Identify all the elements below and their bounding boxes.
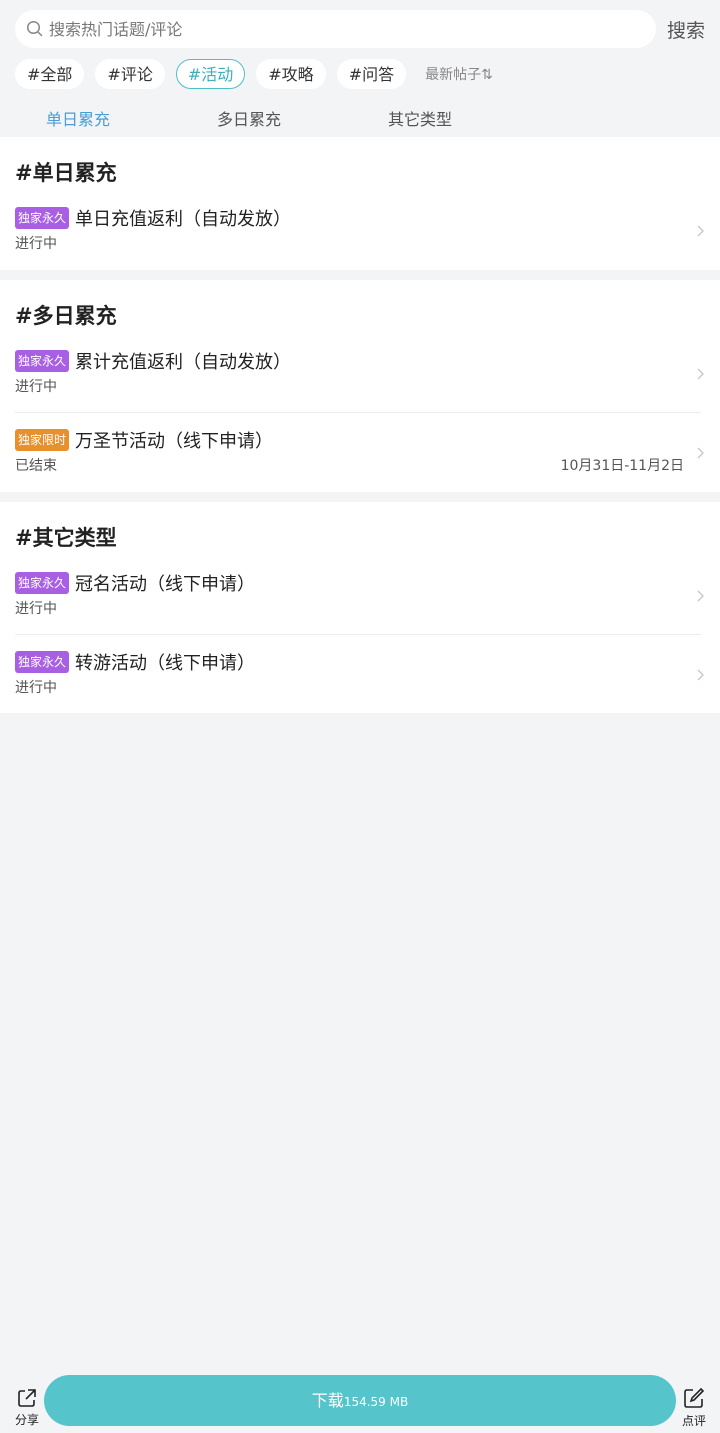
chevron-right-icon <box>697 590 704 602</box>
share-icon <box>18 1389 36 1407</box>
badge: 独家永久 <box>15 572 70 594</box>
section-multi-day: #多日累充 独家永久 累计充值返利（自动发放） 进行中 独家限时 万圣节活动（线… <box>0 280 720 492</box>
download-button[interactable]: 下载154.59 MB <box>44 1375 676 1426</box>
tab-other-types[interactable]: 其它类型 <box>388 106 452 130</box>
edit-icon <box>684 1387 705 1408</box>
tag-events[interactable]: #活动 <box>175 59 246 89</box>
divider <box>15 634 701 635</box>
item-status: 进行中 <box>15 379 57 395</box>
section-title: #单日累充 <box>15 161 117 185</box>
tag-all[interactable]: #全部 <box>15 59 85 89</box>
item-status: 进行中 <box>15 680 57 696</box>
tag-comments[interactable]: #评论 <box>95 59 165 89</box>
search-input[interactable] <box>47 18 611 40</box>
subtab-bar: 单日累充 多日累充 其它类型 <box>0 100 720 135</box>
section-title: #多日累充 <box>15 304 117 328</box>
list-item[interactable]: 独家永久 单日充值返利（自动发放） 进行中 <box>15 199 704 277</box>
download-size: 154.59 MB <box>343 1395 409 1409</box>
item-title: 累计充值返利（自动发放） <box>75 352 292 373</box>
chevron-right-icon <box>697 368 704 380</box>
item-title: 万圣节活动（线下申请） <box>75 431 274 452</box>
chevron-right-icon <box>697 447 704 459</box>
share-label: 分享 <box>14 1413 39 1427</box>
tab-single-day[interactable]: 单日累充 <box>46 106 110 130</box>
search-bar: 搜索 <box>15 10 720 48</box>
item-title: 单日充值返利（自动发放） <box>75 209 292 230</box>
item-status: 已结束 <box>15 458 57 474</box>
section-single-day: #单日累充 独家永久 单日充值返利（自动发放） 进行中 <box>0 137 720 270</box>
search-icon <box>25 19 45 39</box>
search-button[interactable]: 搜索 <box>667 16 705 43</box>
tag-filter-bar: #全部 #评论 #活动 #攻略 #问答 最新帖子⇅ <box>15 59 493 89</box>
share-button[interactable]: 分享 <box>13 1388 41 1428</box>
list-item[interactable]: 独家限时 万圣节活动（线下申请） 已结束 10月31日-11月2日 <box>15 421 704 499</box>
list-item[interactable]: 独家永久 累计充值返利（自动发放） 进行中 <box>15 342 704 420</box>
section-other-types: #其它类型 独家永久 冠名活动（线下申请） 进行中 独家永久 转游活动（线下申请… <box>0 502 720 713</box>
chevron-right-icon <box>697 669 704 681</box>
badge: 独家永久 <box>15 207 70 229</box>
review-label: 点评 <box>681 1414 706 1428</box>
chevron-right-icon <box>697 225 704 237</box>
tag-guides[interactable]: #攻略 <box>256 59 326 89</box>
section-title: #其它类型 <box>15 526 117 550</box>
divider <box>15 412 701 413</box>
review-button[interactable]: 点评 <box>680 1387 708 1429</box>
item-title: 转游活动（线下申请） <box>75 653 256 674</box>
list-item[interactable]: 独家永久 冠名活动（线下申请） 进行中 <box>15 564 704 642</box>
item-title: 冠名活动（线下申请） <box>75 574 256 595</box>
sort-toggle[interactable]: 最新帖子⇅ <box>425 64 493 84</box>
search-box[interactable] <box>15 10 656 48</box>
item-status: 进行中 <box>15 601 57 617</box>
tab-multi-day[interactable]: 多日累充 <box>217 106 281 130</box>
list-item[interactable]: 独家永久 转游活动（线下申请） 进行中 <box>15 643 704 721</box>
badge: 独家限时 <box>15 429 70 451</box>
download-label: 下载 <box>311 1391 344 1410</box>
badge: 独家永久 <box>15 651 70 673</box>
bottom-bar: 分享 下载154.59 MB 点评 <box>0 1373 720 1433</box>
badge: 独家永久 <box>15 350 70 372</box>
item-date: 10月31日-11月2日 <box>560 458 684 474</box>
tag-qa[interactable]: #问答 <box>336 59 407 89</box>
item-status: 进行中 <box>15 236 57 252</box>
